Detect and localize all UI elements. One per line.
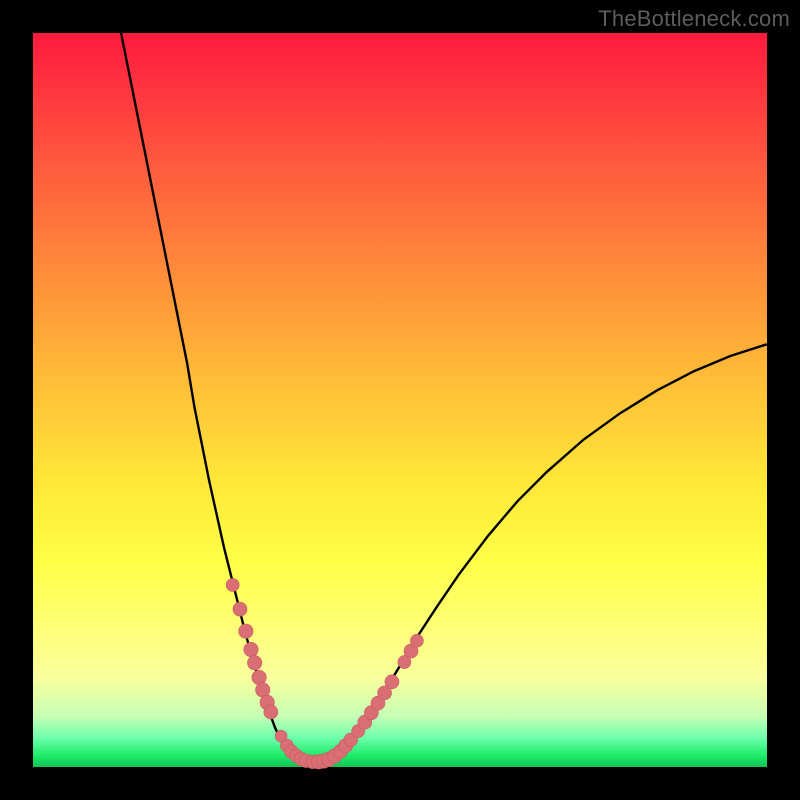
curve-path xyxy=(121,33,767,763)
curve-marker xyxy=(247,656,261,670)
watermark-text: TheBottleneck.com xyxy=(598,6,790,32)
curve-marker xyxy=(226,578,239,591)
chart-frame: TheBottleneck.com xyxy=(0,0,800,800)
curve-marker xyxy=(410,634,423,647)
curve-marker xyxy=(239,624,253,638)
curve-marker xyxy=(264,705,278,719)
curve-marker xyxy=(244,642,258,656)
curve-marker xyxy=(233,602,247,616)
plot-area xyxy=(33,33,767,767)
chart-svg xyxy=(33,33,767,767)
curve-marker xyxy=(385,675,399,689)
curve-marker xyxy=(252,670,266,684)
